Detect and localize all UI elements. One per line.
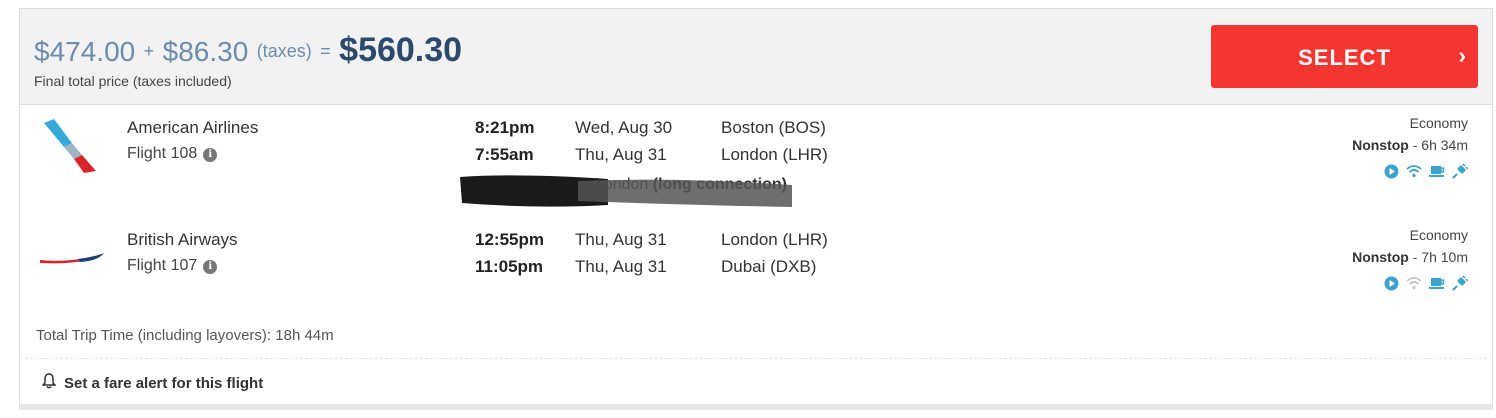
card-bottom-edge xyxy=(19,404,1493,410)
depart-time: 8:21pm xyxy=(475,118,535,137)
duration: - 6h 34m xyxy=(1408,137,1468,153)
stops-duration: Nonstop - 7h 10m xyxy=(1352,249,1468,265)
flight-number: Flight 108 i xyxy=(127,145,218,163)
american-airlines-logo xyxy=(38,115,108,175)
taxes-label: (taxes) xyxy=(256,41,312,61)
price-header: $474.00 + $86.30 (taxes) = $560.30 Final… xyxy=(20,9,1492,105)
redaction-mark xyxy=(460,175,792,207)
flight-result-card: $474.00 + $86.30 (taxes) = $560.30 Final… xyxy=(19,8,1493,408)
fare-alert-link[interactable]: Set a fare alert for this flight xyxy=(41,373,264,393)
equals-sign: = xyxy=(320,41,331,61)
power-icon xyxy=(1452,275,1468,291)
wifi-icon xyxy=(1406,276,1422,290)
select-button-label: SELECT xyxy=(1298,45,1391,70)
amenities xyxy=(1384,163,1468,179)
layover-info: in London (long connection) xyxy=(458,171,796,209)
cabin-class: Economy xyxy=(1409,227,1468,243)
arrive-date: Thu, Aug 31 xyxy=(575,257,667,276)
cabin-class: Economy xyxy=(1409,115,1468,131)
final-price-note: Final total price (taxes included) xyxy=(34,73,232,89)
video-icon xyxy=(1384,276,1399,291)
meal-icon xyxy=(1429,276,1445,290)
flight-segment-2: British Airways Flight 107 i 12:55pm Thu,… xyxy=(20,217,1492,327)
depart-time: 12:55pm xyxy=(475,230,544,249)
total-trip-time: Total Trip Time (including layovers): 18… xyxy=(36,327,334,344)
flight-number: Flight 107 i xyxy=(127,257,218,275)
base-fare: $474.00 xyxy=(34,36,136,67)
price-breakdown: $474.00 + $86.30 (taxes) = $560.30 xyxy=(34,31,462,70)
arrive-time: 11:05pm xyxy=(475,257,544,276)
stops-label: Nonstop xyxy=(1352,249,1409,265)
info-icon[interactable]: i xyxy=(203,148,218,162)
bell-icon xyxy=(41,373,57,393)
airline-name: American Airlines xyxy=(127,118,259,137)
stops-duration: Nonstop - 6h 34m xyxy=(1352,137,1468,153)
depart-airport: Boston (BOS) xyxy=(721,118,826,137)
chevron-right-icon: › xyxy=(1458,43,1466,68)
arrive-date: Thu, Aug 31 xyxy=(575,145,667,164)
total-price: $560.30 xyxy=(339,31,463,69)
wifi-icon xyxy=(1406,164,1422,178)
depart-airport: London (LHR) xyxy=(721,230,828,249)
flight-number-label: Flight 108 xyxy=(127,145,198,162)
british-airways-logo xyxy=(38,227,108,287)
divider xyxy=(20,358,1492,359)
airline-name: British Airways xyxy=(127,230,238,249)
amenities xyxy=(1384,275,1468,291)
depart-date: Thu, Aug 31 xyxy=(575,230,667,249)
power-icon xyxy=(1452,163,1468,179)
meal-icon xyxy=(1429,164,1445,178)
fare-alert-label: Set a fare alert for this flight xyxy=(64,374,264,392)
select-button[interactable]: SELECT › xyxy=(1211,25,1478,88)
arrive-airport: London (LHR) xyxy=(721,145,828,164)
arrive-airport: Dubai (DXB) xyxy=(721,257,817,276)
info-icon[interactable]: i xyxy=(203,260,218,274)
flight-number-label: Flight 107 xyxy=(127,257,198,274)
taxes-amount: $86.30 xyxy=(162,36,249,67)
stops-label: Nonstop xyxy=(1352,137,1409,153)
duration: - 7h 10m xyxy=(1408,249,1468,265)
video-icon xyxy=(1384,164,1399,179)
arrive-time: 7:55am xyxy=(475,145,534,164)
plus-sign: + xyxy=(143,41,155,61)
depart-date: Wed, Aug 30 xyxy=(575,118,673,137)
